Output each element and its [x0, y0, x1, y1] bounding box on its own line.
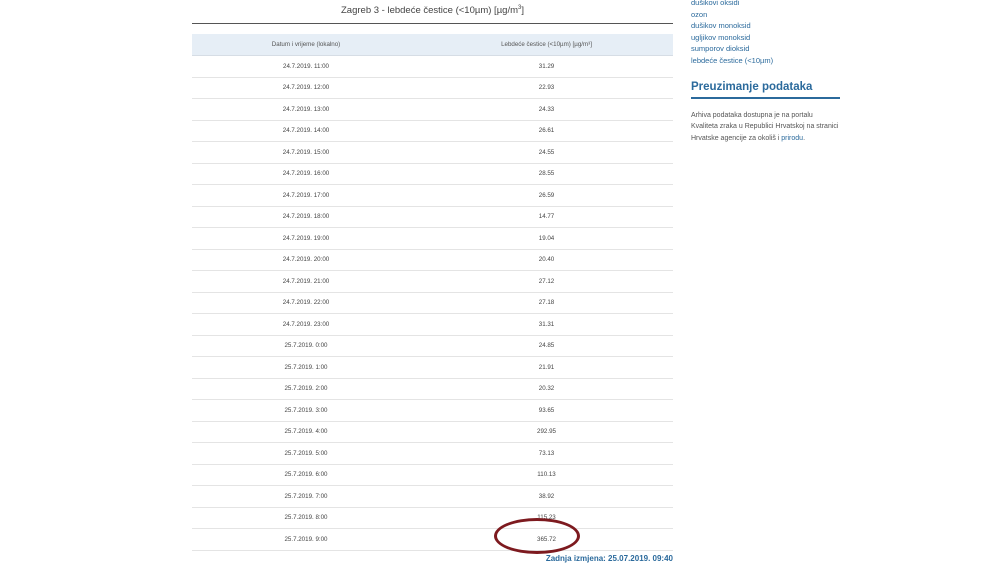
pollutant-link[interactable]: ugljikov monoksid [691, 33, 750, 42]
table-row: 24.7.2019. 23:00 31.31 [192, 313, 673, 336]
row-datetime-cell: 25.7.2019. 6:00 [192, 464, 420, 486]
row-pm10-value-cell: 24.55 [420, 141, 673, 164]
row-datetime-cell: 24.7.2019. 22:00 [192, 292, 420, 314]
download-description-text: Arhiva podataka dostupna je na portalu K… [691, 112, 839, 142]
row-datetime-cell: 24.7.2019. 23:00 [192, 313, 420, 336]
table-row: 24.7.2019. 15:00 24.55 [192, 141, 673, 164]
measurements-table: Datum i vrijeme (lokalno) Lebdeće čestic… [192, 34, 673, 551]
row-datetime-cell: 24.7.2019. 21:00 [192, 270, 420, 293]
nature-agency-link[interactable]: prirodu [781, 135, 803, 142]
row-datetime-cell: 24.7.2019. 15:00 [192, 141, 420, 164]
row-pm10-value-cell: 31.29 [420, 55, 673, 78]
pollutant-link[interactable]: dušikov monoksid [691, 21, 751, 30]
row-pm10-value-cell: 24.85 [420, 335, 673, 357]
row-datetime-cell: 24.7.2019. 13:00 [192, 98, 420, 121]
table-row: 24.7.2019. 16:00 28.55 [192, 163, 673, 185]
table-row: 25.7.2019. 7:00 38.92 [192, 485, 673, 508]
download-section-heading: Preuzimanje podataka [691, 81, 813, 93]
pollutant-link[interactable]: ozon [691, 10, 707, 19]
row-pm10-value-cell: 365.72 [420, 528, 673, 551]
row-datetime-cell: 24.7.2019. 14:00 [192, 120, 420, 142]
row-pm10-value-cell: 93.65 [420, 399, 673, 422]
download-description: Arhiva podataka dostupna je na portalu K… [691, 110, 841, 144]
row-datetime-cell: 24.7.2019. 16:00 [192, 163, 420, 185]
pollutant-link-item: dušikovi oksidi [691, 0, 773, 9]
table-title-suffix: ] [521, 5, 524, 17]
table-row: 24.7.2019. 11:00 31.29 [192, 55, 673, 78]
row-datetime-cell: 25.7.2019. 2:00 [192, 378, 420, 400]
row-pm10-value-cell: 38.92 [420, 485, 673, 508]
table-row: 24.7.2019. 12:00 22.93 [192, 77, 673, 99]
table-row: 25.7.2019. 8:00 115.23 [192, 507, 673, 529]
table-row: 25.7.2019. 6:00 110.13 [192, 464, 673, 486]
table-title: Zagreb 3 - lebdeće čestice (<10µm) [µg/m… [192, 5, 673, 16]
table-row: 25.7.2019. 1:00 21.91 [192, 356, 673, 379]
row-pm10-value-cell: 27.12 [420, 270, 673, 293]
pollutant-link-item: ugljikov monoksid [691, 32, 773, 44]
pollutant-link[interactable]: lebdeće čestice (<10µm) [691, 56, 773, 65]
row-pm10-value-cell: 28.55 [420, 163, 673, 185]
row-pm10-value-cell: 73.13 [420, 442, 673, 465]
table-row: 24.7.2019. 21:00 27.12 [192, 270, 673, 293]
table-header-row: Datum i vrijeme (lokalno) Lebdeće čestic… [192, 34, 673, 56]
table-row: 24.7.2019. 19:00 19.04 [192, 227, 673, 250]
row-datetime-cell: 25.7.2019. 9:00 [192, 528, 420, 551]
table-row: 24.7.2019. 22:00 27.18 [192, 292, 673, 314]
row-pm10-value-cell: 20.32 [420, 378, 673, 400]
table-row: 25.7.2019. 3:00 93.65 [192, 399, 673, 422]
row-datetime-cell: 24.7.2019. 20:00 [192, 249, 420, 271]
table-row: 24.7.2019. 13:00 24.33 [192, 98, 673, 121]
row-pm10-value-cell: 21.91 [420, 356, 673, 379]
row-pm10-value-cell: 292.95 [420, 421, 673, 443]
download-heading-underline [691, 97, 840, 99]
row-pm10-value-cell: 14.77 [420, 206, 673, 228]
row-datetime-cell: 24.7.2019. 18:00 [192, 206, 420, 228]
pollutant-link-item: lebdeće čestice (<10µm) [691, 55, 773, 67]
row-pm10-value-cell: 20.40 [420, 249, 673, 271]
row-datetime-cell: 25.7.2019. 0:00 [192, 335, 420, 357]
row-datetime-cell: 24.7.2019. 12:00 [192, 77, 420, 99]
table-row: 25.7.2019. 4:00 292.95 [192, 421, 673, 443]
last-updated-label: Zadnja izmjena: 25.07.2019. 09:40 [545, 554, 673, 563]
row-datetime-cell: 25.7.2019. 7:00 [192, 485, 420, 508]
row-datetime-cell: 24.7.2019. 19:00 [192, 227, 420, 250]
pollutant-link-item: dušikov monoksid [691, 20, 773, 32]
table-body: 24.7.2019. 11:00 31.29 24.7.2019. 12:00 22.… [192, 55, 673, 551]
column-header-pm10: Lebdeće čestice (<10µm) [µg/m³] [420, 34, 673, 56]
row-pm10-value-cell: 26.61 [420, 120, 673, 142]
pollutant-link-list: dušikovi oksidi ozon dušikov monoksid uglji… [691, 0, 773, 67]
download-description-end: . [803, 134, 806, 142]
table-row: 24.7.2019. 14:00 26.61 [192, 120, 673, 142]
row-pm10-value-cell: 110.13 [420, 464, 673, 486]
table-row: 24.7.2019. 17:00 26.59 [192, 184, 673, 207]
pollutant-link[interactable]: sumporov dioksid [691, 44, 749, 53]
title-divider [192, 23, 673, 24]
table-row: 25.7.2019. 0:00 24.85 [192, 335, 673, 357]
row-pm10-value-cell: 19.04 [420, 227, 673, 250]
row-pm10-value-cell: 115.23 [420, 507, 673, 529]
pollutant-link[interactable]: dušikovi oksidi [691, 0, 739, 7]
row-datetime-cell: 24.7.2019. 11:00 [192, 55, 420, 78]
table-row: 24.7.2019. 20:00 20.40 [192, 249, 673, 271]
row-pm10-value-cell: 22.93 [420, 77, 673, 99]
table-title-text: Zagreb 3 - lebdeće čestice (<10µm) [µg/m [341, 5, 519, 17]
pollutant-link-item: ozon [691, 9, 773, 21]
row-pm10-value-cell: 26.59 [420, 184, 673, 207]
table-row: 24.7.2019. 18:00 14.77 [192, 206, 673, 228]
row-datetime-cell: 25.7.2019. 8:00 [192, 507, 420, 529]
column-header-datetime: Datum i vrijeme (lokalno) [192, 34, 420, 56]
table-row: 25.7.2019. 2:00 20.32 [192, 378, 673, 400]
row-pm10-value-cell: 24.33 [420, 98, 673, 121]
table-row: 25.7.2019. 9:00 365.72 [192, 528, 673, 551]
table-row: 25.7.2019. 5:00 73.13 [192, 442, 673, 465]
pollutant-link-item: sumporov dioksid [691, 43, 773, 55]
row-datetime-cell: 25.7.2019. 5:00 [192, 442, 420, 465]
row-datetime-cell: 25.7.2019. 3:00 [192, 399, 420, 422]
row-datetime-cell: 25.7.2019. 4:00 [192, 421, 420, 443]
row-pm10-value-cell: 27.18 [420, 292, 673, 314]
row-datetime-cell: 25.7.2019. 1:00 [192, 356, 420, 379]
row-pm10-value-cell: 31.31 [420, 313, 673, 336]
row-datetime-cell: 24.7.2019. 17:00 [192, 184, 420, 207]
